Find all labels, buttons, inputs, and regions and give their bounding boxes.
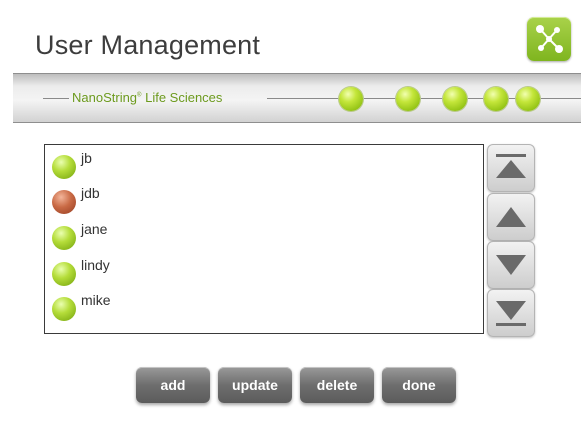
list-item[interactable]: mike (51, 289, 471, 321)
brand-suffix: Life Sciences (145, 90, 223, 105)
scroll-down-button[interactable] (487, 241, 535, 289)
triangle-down-bar-icon (496, 301, 526, 326)
list-item[interactable]: jdb (51, 182, 471, 214)
network-nodes-button[interactable] (527, 17, 571, 61)
scroll-up-button[interactable] (487, 193, 535, 241)
done-button[interactable]: done (382, 367, 456, 403)
page-title: User Management (35, 30, 261, 60)
status-active-icon (52, 155, 76, 179)
step-indicator (339, 87, 363, 111)
network-nodes-icon (536, 25, 563, 53)
list-item[interactable]: jane (51, 218, 471, 250)
user-name: jb (81, 150, 92, 166)
user-name: lindy (81, 257, 110, 273)
triangle-up-icon (496, 207, 526, 227)
user-name: mike (81, 292, 111, 308)
user-name: jdb (81, 185, 100, 201)
step-indicator (484, 87, 508, 111)
status-active-icon (52, 297, 76, 321)
status-active-icon (52, 226, 76, 250)
status-inactive-icon (52, 190, 76, 214)
brand-mark: ® (137, 92, 142, 99)
scroll-bottom-button[interactable] (487, 289, 535, 337)
status-active-icon (52, 262, 76, 286)
triangle-down-icon (496, 255, 526, 275)
list-item[interactable]: lindy (51, 254, 471, 286)
step-indicator (396, 87, 420, 111)
scroll-top-button[interactable] (487, 144, 535, 192)
banner-rule (43, 98, 69, 99)
user-list[interactable]: jb jdb jane lindy mike (44, 144, 484, 334)
add-button[interactable]: add (136, 367, 210, 403)
update-button[interactable]: update (218, 367, 292, 403)
delete-button[interactable]: delete (300, 367, 374, 403)
brand-banner: NanoString® Life Sciences (13, 73, 581, 123)
step-indicator (443, 87, 467, 111)
triangle-up-bar-icon (496, 154, 526, 178)
user-name: jane (81, 221, 108, 237)
brand-name: NanoString (72, 90, 138, 105)
brand-label: NanoString® Life Sciences (70, 90, 224, 105)
step-indicator (516, 87, 540, 111)
list-item[interactable]: jb (51, 147, 471, 179)
